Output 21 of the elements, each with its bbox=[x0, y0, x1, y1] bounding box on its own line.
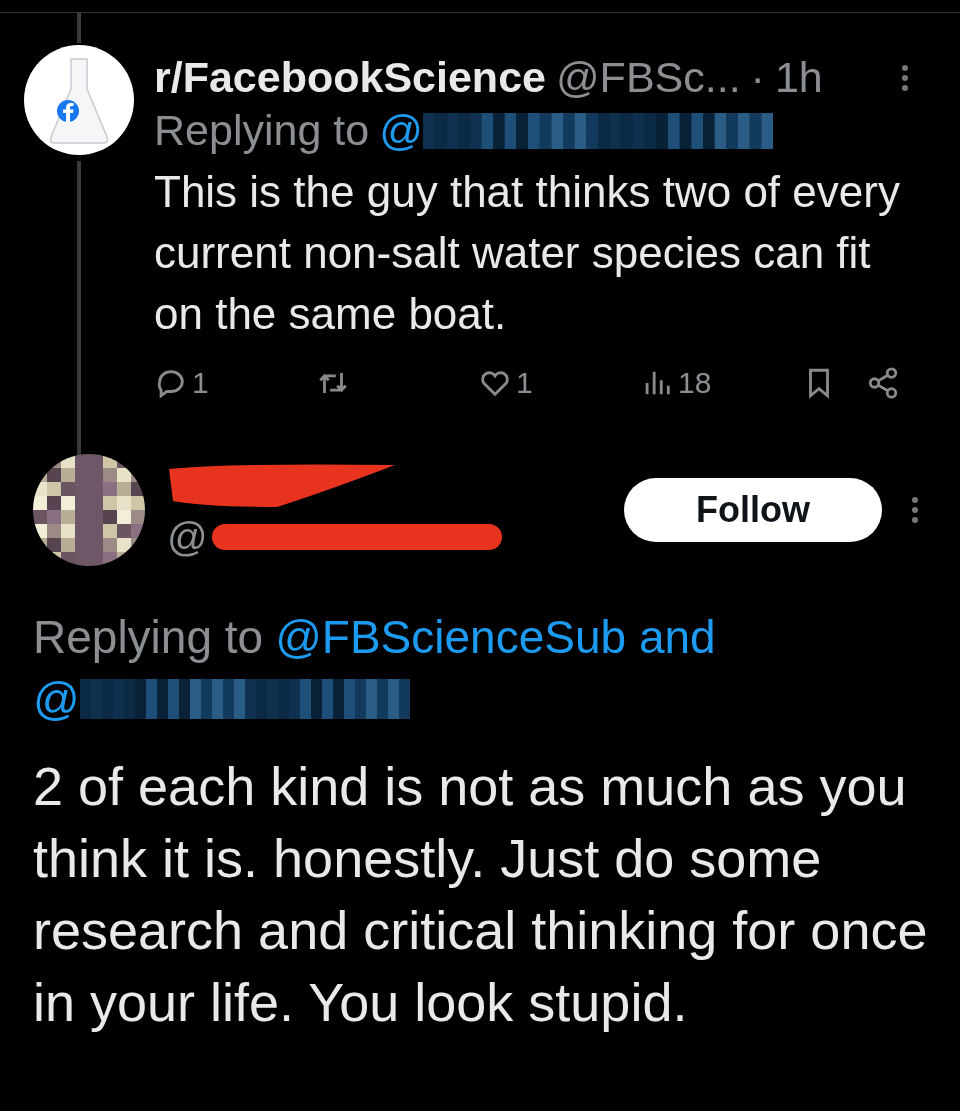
mention-link[interactable]: @FBScienceSub and bbox=[275, 606, 716, 668]
more-icon[interactable] bbox=[910, 495, 920, 525]
more-icon[interactable] bbox=[900, 62, 910, 93]
flask-avatar[interactable] bbox=[24, 45, 134, 155]
views-action[interactable]: 18 bbox=[640, 366, 802, 400]
author-name[interactable]: r/FacebookScience bbox=[154, 53, 546, 102]
reply-text: 2 of each kind is not as much as you think it is. honestly. Just do some research and critical thinking for once in your life. You look stupid. bbox=[33, 755, 929, 1034]
mention-link[interactable]: @ bbox=[379, 106, 423, 155]
mention-link[interactable]: @ bbox=[33, 668, 80, 730]
replying-label: Replying to bbox=[33, 610, 264, 665]
post-time: 1h bbox=[774, 53, 823, 102]
pixelated-avatar[interactable] bbox=[33, 454, 145, 566]
author-handle: @FBSc... bbox=[555, 53, 741, 102]
replying-label: Replying to bbox=[154, 106, 370, 155]
author-handle: @ bbox=[167, 514, 208, 560]
follow-button[interactable]: Follow bbox=[624, 478, 882, 542]
share-icon[interactable] bbox=[866, 366, 900, 400]
post-text: This is the guy that thinks two of every current non-salt water species can fit on the same boat. bbox=[154, 166, 901, 340]
separator-dot: · bbox=[750, 53, 765, 102]
reply-action[interactable]: 1 bbox=[154, 366, 316, 400]
like-action[interactable]: 1 bbox=[478, 366, 640, 400]
